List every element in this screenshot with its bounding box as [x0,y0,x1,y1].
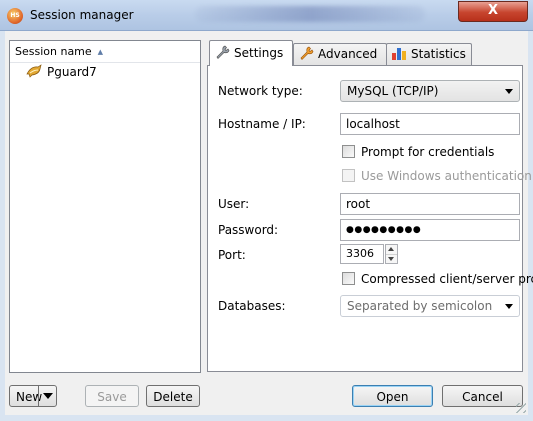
title-bar: HS Session manager X [0,0,533,31]
save-button[interactable]: Save [85,385,139,407]
network-type-label: Network type: [218,84,303,98]
checkbox-label: Compressed client/server prc [361,272,533,286]
dialog-body: Session name ▲ Pguard7 New Save Delete Se… [5,31,533,415]
checkbox-box [342,145,355,158]
chevron-down-icon [505,304,513,309]
wrench-icon [216,45,230,60]
tab-advanced[interactable]: Advanced [293,43,387,65]
tab-label: Statistics [411,47,466,61]
new-dropdown-arrow[interactable] [38,386,56,406]
user-input[interactable]: root [340,193,520,215]
bar-chart-icon [392,48,406,60]
tab-settings[interactable]: Settings [209,40,293,66]
checkbox-label: Prompt for credentials [361,145,495,159]
spin-up-button[interactable] [386,245,397,255]
sort-ascending-icon: ▲ [97,48,104,56]
hostname-input[interactable]: localhost [340,113,520,135]
app-icon: HS [7,8,23,24]
arrow-up-icon [388,247,394,251]
delete-button[interactable]: Delete [146,385,200,407]
chevron-down-icon [505,89,513,94]
close-button[interactable]: X [458,1,528,22]
databases-placeholder: Separated by semicolon [347,299,493,313]
compressed-protocol-checkbox[interactable]: Compressed client/server prc [342,272,533,286]
tab-label: Settings [234,46,284,60]
resize-grip-icon[interactable] [516,403,526,413]
arrow-down-icon [388,257,394,261]
session-list[interactable]: Session name ▲ Pguard7 [9,40,201,373]
wrench-orange-icon [300,46,314,61]
tab-label: Advanced [318,47,378,61]
list-item[interactable]: Pguard7 [10,63,200,81]
open-button[interactable]: Open [352,385,433,407]
port-label: Port: [218,248,246,262]
user-label: User: [218,197,250,211]
window-title: Session manager [30,8,134,22]
blurred-background-window [195,6,425,22]
prompt-credentials-checkbox[interactable]: Prompt for credentials [342,145,494,159]
network-type-value: MySQL (TCP/IP) [347,84,439,98]
spin-down-button[interactable] [386,255,397,264]
password-label: Password: [218,223,279,237]
session-label: Pguard7 [47,65,97,79]
checkbox-box [342,272,355,285]
databases-select[interactable]: Separated by semicolon [340,295,520,317]
checkbox-label: Use Windows authentication [361,169,532,183]
password-input[interactable]: ●●●●●●●●● [340,219,520,241]
new-button[interactable]: New [9,385,57,407]
port-input[interactable]: 3306 [340,244,384,264]
windows-auth-checkbox[interactable]: Use Windows authentication [342,169,532,183]
port-spinner[interactable] [385,244,398,264]
settings-panel: Network type: MySQL (TCP/IP) Hostname / … [207,65,533,372]
column-header-label: Session name [15,45,92,58]
dolphin-icon [26,64,42,78]
column-header-session-name[interactable]: Session name ▲ [10,41,200,63]
chevron-down-icon [43,393,53,399]
cancel-button[interactable]: Cancel [442,385,523,407]
checkbox-box [342,169,355,182]
hostname-label: Hostname / IP: [218,117,306,131]
network-type-select[interactable]: MySQL (TCP/IP) [340,80,520,102]
databases-label: Databases: [218,299,286,313]
tab-statistics[interactable]: Statistics [386,43,472,65]
